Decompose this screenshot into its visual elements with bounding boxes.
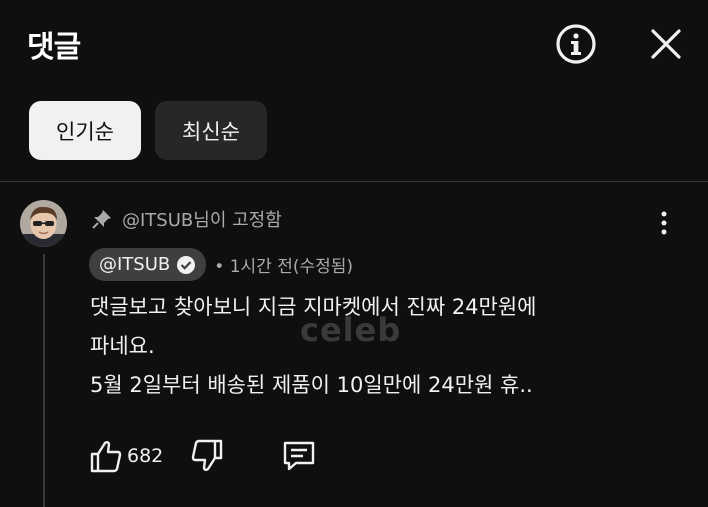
comment-author-row: @ITSUB • 1시간 전(수정됨) [89, 248, 353, 281]
avatar-image [20, 200, 67, 247]
page-title: 댓글 [27, 30, 81, 65]
like-button[interactable] [90, 438, 122, 474]
sort-chip-newest[interactable]: 최신순 [155, 101, 267, 160]
dislike-button[interactable] [191, 438, 223, 474]
divider [0, 181, 708, 182]
pinned-text: @ITSUB님이 고정함 [122, 210, 282, 231]
info-icon [556, 24, 596, 64]
pinned-label: @ITSUB님이 고정함 [92, 206, 282, 232]
avatar[interactable] [20, 200, 67, 247]
more-vert-icon [661, 211, 667, 235]
thumbs-down-icon [191, 439, 223, 471]
pin-icon [92, 210, 111, 229]
thread-line [43, 254, 45, 507]
author-badge[interactable]: @ITSUB [89, 248, 207, 281]
close-icon [651, 29, 681, 59]
close-button[interactable] [644, 22, 688, 66]
author-name: @ITSUB [99, 254, 171, 275]
info-button[interactable] [554, 22, 598, 66]
comment-icon [283, 441, 315, 471]
watermark: celeb [300, 311, 402, 349]
verified-icon [177, 255, 196, 274]
comment-line: 5월 2일부터 배송된 제품이 10일만에 24만원 휴.. [90, 373, 533, 397]
thumbs-up-icon [90, 441, 122, 473]
more-options-button[interactable] [654, 208, 674, 238]
comment-timestamp: • 1시간 전(수정됨) [214, 257, 354, 277]
sort-chip-popular[interactable]: 인기순 [29, 101, 141, 160]
like-count: 682 [127, 445, 164, 467]
comments-header: 댓글 [0, 0, 708, 90]
reply-button[interactable] [281, 438, 317, 474]
